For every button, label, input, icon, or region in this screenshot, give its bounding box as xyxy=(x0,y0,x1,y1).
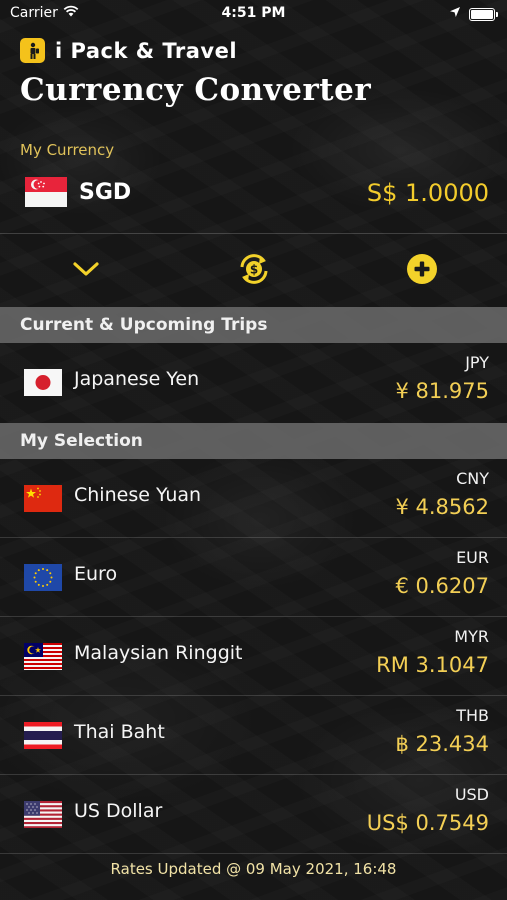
china-flag-icon xyxy=(24,485,62,512)
svg-text:$: $ xyxy=(250,263,258,277)
section-header-selection: My Selection xyxy=(0,423,507,459)
malaysia-flag-icon xyxy=(24,643,62,670)
action-bar: $ xyxy=(0,240,507,302)
currency-code: JPY xyxy=(465,353,489,372)
status-time: 4:51 PM xyxy=(221,5,286,21)
currency-value: ¥ 81.975 xyxy=(395,379,489,403)
currency-row-eur[interactable]: Euro EUR € 0.6207 xyxy=(0,538,507,617)
currency-row-usd[interactable]: US Dollar USD US$ 0.7549 xyxy=(0,775,507,854)
currency-name: Malaysian Ringgit xyxy=(74,642,243,664)
status-bar: Carrier 4:51 PM xyxy=(0,0,507,28)
thailand-flag-icon xyxy=(24,722,62,749)
currency-code: MYR xyxy=(454,627,489,646)
section-title-trips: Current & Upcoming Trips xyxy=(20,315,268,335)
japan-flag-icon xyxy=(24,369,62,396)
currency-name: Japanese Yen xyxy=(74,368,200,390)
chevron-down-icon xyxy=(72,260,100,282)
divider xyxy=(0,233,507,234)
currency-row-myr[interactable]: Malaysian Ringgit MYR RM 3.1047 xyxy=(0,617,507,696)
currency-name: US Dollar xyxy=(74,800,163,822)
base-currency-code: SGD xyxy=(79,180,132,205)
base-currency-row[interactable]: SGD S$ 1.0000 xyxy=(0,165,507,225)
app-name: i Pack & Travel xyxy=(55,38,238,63)
collapse-button[interactable] xyxy=(68,253,104,289)
page-title: Currency Converter xyxy=(20,72,372,108)
currency-value: US$ 0.7549 xyxy=(366,811,489,835)
singapore-flag-icon xyxy=(25,177,67,211)
currency-value: € 0.6207 xyxy=(395,574,489,598)
currency-code: EUR xyxy=(456,548,489,567)
currency-name: Thai Baht xyxy=(74,721,165,743)
app-screen: Carrier 4:51 PM i Pack & Travel Currency… xyxy=(0,0,507,900)
currency-name: Euro xyxy=(74,563,118,585)
currency-row-thb[interactable]: Thai Baht THB ฿ 23.434 xyxy=(0,696,507,775)
add-currency-button[interactable] xyxy=(404,253,440,289)
eu-flag-icon xyxy=(24,564,62,591)
currency-row-cny[interactable]: Chinese Yuan CNY ¥ 4.8562 xyxy=(0,459,507,538)
plus-circle-icon xyxy=(406,253,438,289)
currency-value: ¥ 4.8562 xyxy=(395,495,489,519)
refresh-rates-button[interactable]: $ xyxy=(236,253,272,289)
section-header-trips: Current & Upcoming Trips xyxy=(0,307,507,343)
my-currency-label: My Currency xyxy=(20,141,115,159)
currency-name: Chinese Yuan xyxy=(74,484,202,506)
currency-refresh-icon: $ xyxy=(236,251,272,291)
currency-code: THB xyxy=(456,706,489,725)
usa-flag-icon xyxy=(24,801,62,828)
status-right xyxy=(449,6,498,22)
rates-updated-label: Rates Updated @ 09 May 2021, 16:48 xyxy=(110,860,397,878)
currency-value: ฿ 23.434 xyxy=(395,732,489,756)
battery-icon xyxy=(469,7,498,21)
currency-code: CNY xyxy=(456,469,489,488)
row-divider xyxy=(0,853,507,854)
app-brand: i Pack & Travel xyxy=(20,38,237,63)
base-currency-value[interactable]: S$ 1.0000 xyxy=(367,179,489,207)
currency-code: USD xyxy=(454,785,489,804)
app-logo-icon xyxy=(20,38,45,63)
location-arrow-icon xyxy=(449,6,461,22)
section-title-selection: My Selection xyxy=(20,431,143,451)
currency-row-jpy[interactable]: Japanese Yen JPY ¥ 81.975 xyxy=(0,343,507,422)
currency-value: RM 3.1047 xyxy=(376,653,489,677)
